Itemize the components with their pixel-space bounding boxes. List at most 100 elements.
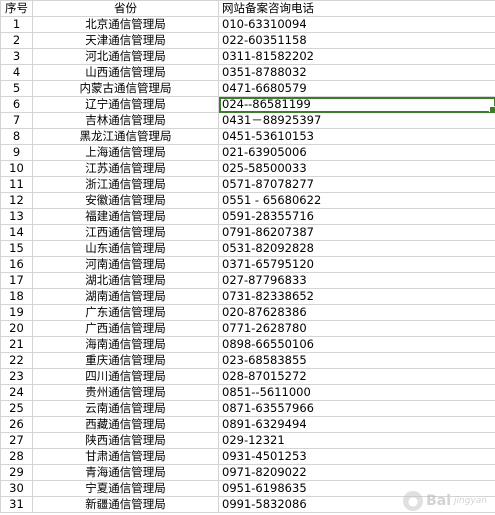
cell-phone[interactable]: 0371-65795120 <box>218 256 495 273</box>
cell-index[interactable]: 31 <box>0 496 33 513</box>
cell-phone[interactable]: 0851--5611000 <box>218 384 495 401</box>
cell-phone[interactable]: 0731-82338652 <box>218 288 495 305</box>
cell-province[interactable]: 宁夏通信管理局 <box>32 480 219 497</box>
cell-province[interactable]: 西藏通信管理局 <box>32 416 219 433</box>
cell-phone[interactable]: 0951-6198635 <box>218 480 495 497</box>
cell-province[interactable]: 青海通信管理局 <box>32 464 219 481</box>
cell-province[interactable]: 广东通信管理局 <box>32 304 219 321</box>
cell-province[interactable]: 河南通信管理局 <box>32 256 219 273</box>
cell-index[interactable]: 15 <box>0 240 33 257</box>
cell-phone[interactable]: 029-12321 <box>218 432 495 449</box>
cell-index[interactable]: 19 <box>0 304 33 321</box>
cell-province[interactable]: 贵州通信管理局 <box>32 384 219 401</box>
cell-index[interactable]: 22 <box>0 352 33 369</box>
cell-phone[interactable]: 0311-81582202 <box>218 48 495 65</box>
cell-index[interactable]: 8 <box>0 128 33 145</box>
cell-index[interactable]: 2 <box>0 32 33 49</box>
cell-province[interactable]: 陕西通信管理局 <box>32 432 219 449</box>
cell-phone[interactable]: 023-68583855 <box>218 352 495 369</box>
cell-province[interactable]: 重庆通信管理局 <box>32 352 219 369</box>
cell-province[interactable]: 甘肃通信管理局 <box>32 448 219 465</box>
cell-index[interactable]: 5 <box>0 80 33 97</box>
cell-province[interactable]: 辽宁通信管理局 <box>32 96 219 113</box>
cell-index[interactable]: 4 <box>0 64 33 81</box>
cell-phone[interactable]: 0891-6329494 <box>218 416 495 433</box>
cell-index[interactable]: 9 <box>0 144 33 161</box>
cell-phone[interactable]: 027-87796833 <box>218 272 495 289</box>
cell-province[interactable]: 吉林通信管理局 <box>32 112 219 129</box>
cell-province[interactable]: 四川通信管理局 <box>32 368 219 385</box>
cell-province[interactable]: 江苏通信管理局 <box>32 160 219 177</box>
cell-index[interactable]: 6 <box>0 96 33 113</box>
cell-province[interactable]: 湖南通信管理局 <box>32 288 219 305</box>
cell-index[interactable]: 21 <box>0 336 33 353</box>
cell-phone[interactable]: 0971-8209022 <box>218 464 495 481</box>
cell-phone[interactable]: 0791-86207387 <box>218 224 495 241</box>
cell-province[interactable]: 江西通信管理局 <box>32 224 219 241</box>
cell-province[interactable]: 山东通信管理局 <box>32 240 219 257</box>
cell-index[interactable]: 28 <box>0 448 33 465</box>
cell-index[interactable]: 3 <box>0 48 33 65</box>
cell-phone-selected[interactable]: 024--86581199 <box>218 96 495 113</box>
cell-phone[interactable]: 0431－88925397 <box>218 112 495 129</box>
cell-province[interactable]: 安徽通信管理局 <box>32 192 219 209</box>
cell-province[interactable]: 河北通信管理局 <box>32 48 219 65</box>
cell-index[interactable]: 29 <box>0 464 33 481</box>
cell-province[interactable]: 云南通信管理局 <box>32 400 219 417</box>
cell-index[interactable]: 20 <box>0 320 33 337</box>
cell-index[interactable]: 24 <box>0 384 33 401</box>
cell-phone[interactable]: 0871-63557966 <box>218 400 495 417</box>
fill-handle[interactable] <box>489 106 495 112</box>
cell-index[interactable]: 27 <box>0 432 33 449</box>
cell-phone[interactable]: 025-58500033 <box>218 160 495 177</box>
cell-phone[interactable]: 0571-87078277 <box>218 176 495 193</box>
cell-phone[interactable]: 022-60351158 <box>218 32 495 49</box>
cell-province[interactable]: 上海通信管理局 <box>32 144 219 161</box>
cell-index[interactable]: 12 <box>0 192 33 209</box>
cell-phone[interactable]: 0551 - 65680622 <box>218 192 495 209</box>
header-cell-index[interactable]: 序号 <box>0 0 33 17</box>
table-row: 26 西藏通信管理局 0891-6329494 <box>0 416 495 433</box>
cell-index[interactable]: 16 <box>0 256 33 273</box>
cell-province[interactable]: 福建通信管理局 <box>32 208 219 225</box>
cell-index[interactable]: 23 <box>0 368 33 385</box>
cell-index[interactable]: 11 <box>0 176 33 193</box>
cell-index[interactable]: 25 <box>0 400 33 417</box>
cell-province[interactable]: 湖北通信管理局 <box>32 272 219 289</box>
cell-index[interactable]: 13 <box>0 208 33 225</box>
cell-province[interactable]: 新疆通信管理局 <box>32 496 219 513</box>
cell-province[interactable]: 天津通信管理局 <box>32 32 219 49</box>
cell-province[interactable]: 黑龙江通信管理局 <box>32 128 219 145</box>
cell-index[interactable]: 30 <box>0 480 33 497</box>
cell-province[interactable]: 海南通信管理局 <box>32 336 219 353</box>
cell-index[interactable]: 26 <box>0 416 33 433</box>
cell-phone[interactable]: 0531-82092828 <box>218 240 495 257</box>
cell-province[interactable]: 浙江通信管理局 <box>32 176 219 193</box>
cell-phone[interactable]: 0351-8788032 <box>218 64 495 81</box>
cell-index[interactable]: 18 <box>0 288 33 305</box>
cell-province[interactable]: 北京通信管理局 <box>32 16 219 33</box>
header-cell-phone[interactable]: 网站备案咨询电话 <box>218 0 495 17</box>
cell-phone[interactable]: 0898-66550106 <box>218 336 495 353</box>
cell-index[interactable]: 10 <box>0 160 33 177</box>
cell-phone[interactable]: 020-87628386 <box>218 304 495 321</box>
cell-province[interactable]: 山西通信管理局 <box>32 64 219 81</box>
cell-phone[interactable]: 0931-4501253 <box>218 448 495 465</box>
cell-phone[interactable]: 0591-28355716 <box>218 208 495 225</box>
table-row: 3 河北通信管理局 0311-81582202 <box>0 48 495 65</box>
cell-phone[interactable]: 0471-6680579 <box>218 80 495 97</box>
cell-index[interactable]: 7 <box>0 112 33 129</box>
cell-phone[interactable]: 0991-5832086 <box>218 496 495 513</box>
cell-province[interactable]: 广西通信管理局 <box>32 320 219 337</box>
cell-index[interactable]: 17 <box>0 272 33 289</box>
header-cell-province[interactable]: 省份 <box>32 0 219 17</box>
cell-phone[interactable]: 0771-2628780 <box>218 320 495 337</box>
cell-province[interactable]: 内蒙古通信管理局 <box>32 80 219 97</box>
table-row: 18 湖南通信管理局 0731-82338652 <box>0 288 495 305</box>
cell-phone[interactable]: 021-63905006 <box>218 144 495 161</box>
cell-index[interactable]: 1 <box>0 16 33 33</box>
cell-index[interactable]: 14 <box>0 224 33 241</box>
cell-phone[interactable]: 0451-53610153 <box>218 128 495 145</box>
cell-phone[interactable]: 010-63310094 <box>218 16 495 33</box>
cell-phone[interactable]: 028-87015272 <box>218 368 495 385</box>
